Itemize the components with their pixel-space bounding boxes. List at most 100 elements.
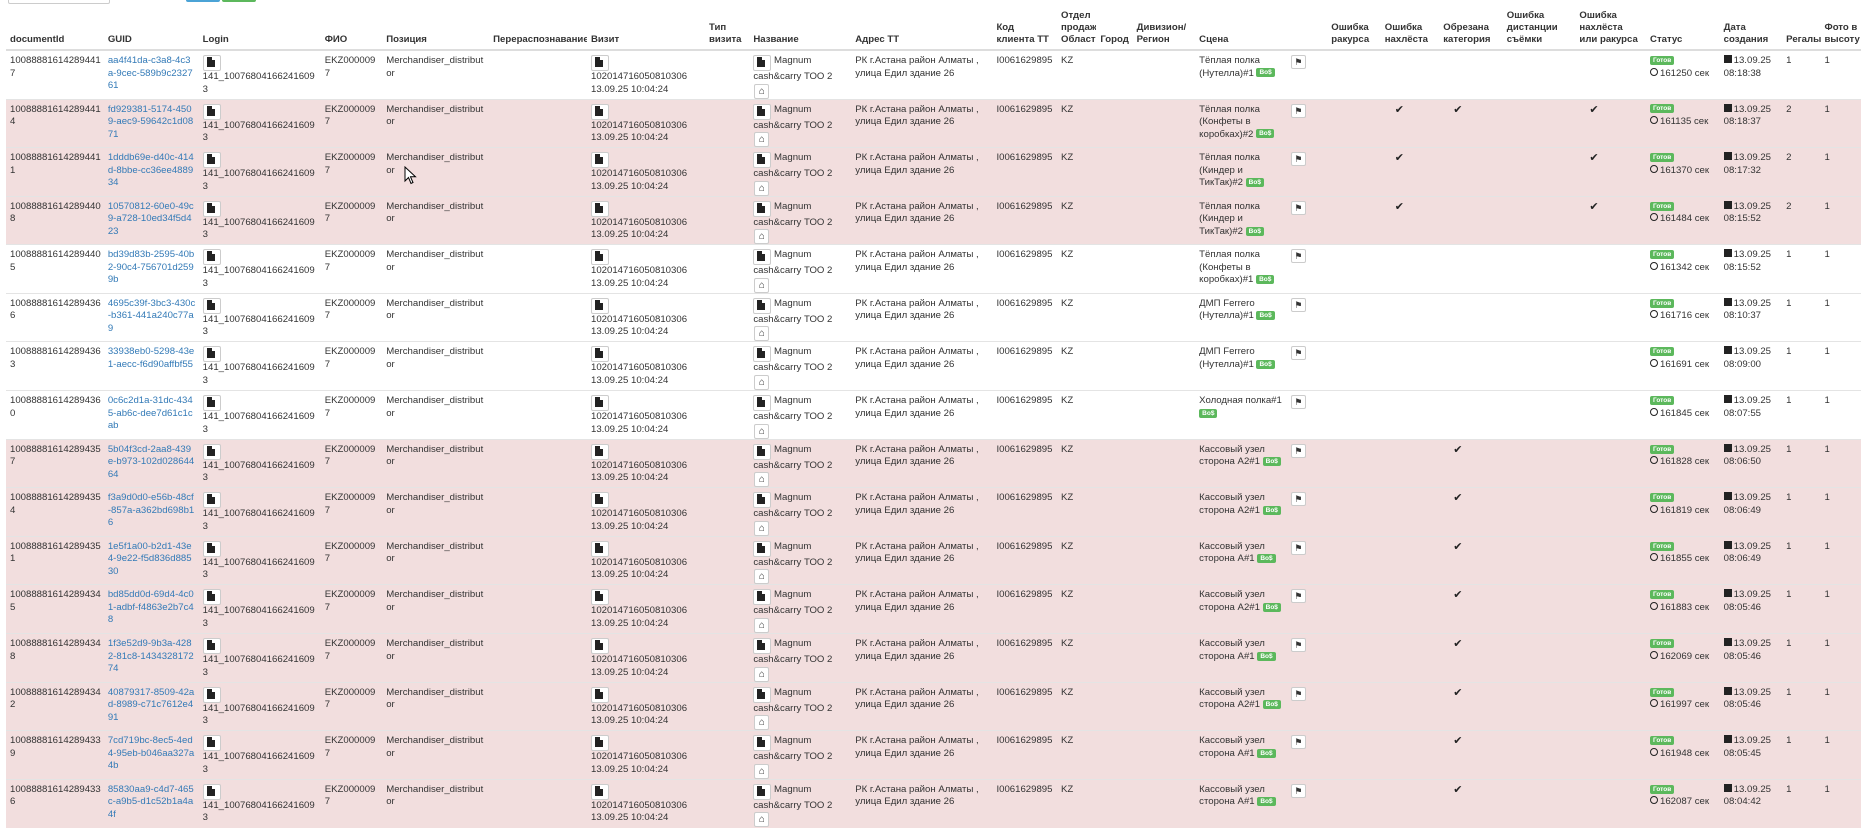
column-header-angle_error[interactable]: Ошибка ракурса xyxy=(1327,8,1380,50)
guid-link[interactable]: 33938eb0-5298-43e1-aecc-f6d90affbf55 xyxy=(108,346,194,370)
name-doc-button[interactable] xyxy=(753,638,771,654)
flag-icon[interactable]: ⚑ xyxy=(1291,638,1306,652)
visit-doc-button[interactable] xyxy=(591,638,609,654)
name-doc-button[interactable] xyxy=(753,687,771,703)
name-doc-button[interactable] xyxy=(753,735,771,751)
home-icon[interactable]: ⌂ xyxy=(754,618,769,633)
column-header-overlap_error[interactable]: Ошибка нахлёста xyxy=(1381,8,1440,50)
home-icon[interactable]: ⌂ xyxy=(754,569,769,584)
flag-icon[interactable]: ⚑ xyxy=(1291,784,1306,798)
column-header-overlap_angle_error[interactable]: Ошибка нахлёста или ракурса xyxy=(1575,8,1646,50)
column-header-visit_type[interactable]: Тип визита xyxy=(705,8,749,50)
home-icon[interactable]: ⌂ xyxy=(754,84,769,99)
name-doc-button[interactable] xyxy=(753,152,771,168)
guid-link[interactable]: 7cd719bc-8ec5-4ed4-95eb-b046aa327a4b xyxy=(108,735,194,771)
column-header-visit[interactable]: Визит xyxy=(587,8,705,50)
visit-doc-button[interactable] xyxy=(591,249,609,265)
visit-doc-button[interactable] xyxy=(591,541,609,557)
column-header-sales_dept[interactable]: Отдел продаж/ Область xyxy=(1057,8,1096,50)
login-doc-button[interactable] xyxy=(203,444,221,460)
guid-link[interactable]: 1dddb69e-d40c-414d-8bbe-cc36ee488934 xyxy=(108,152,194,188)
visit-doc-button[interactable] xyxy=(591,55,609,71)
flag-icon[interactable]: ⚑ xyxy=(1291,395,1306,409)
column-header-scene[interactable]: Сцена xyxy=(1195,8,1287,50)
login-doc-button[interactable] xyxy=(203,249,221,265)
home-icon[interactable]: ⌂ xyxy=(754,375,769,390)
home-icon[interactable]: ⌂ xyxy=(754,472,769,487)
column-header-flag[interactable] xyxy=(1287,8,1327,50)
home-icon[interactable]: ⌂ xyxy=(754,667,769,682)
login-doc-button[interactable] xyxy=(203,298,221,314)
flag-icon[interactable]: ⚑ xyxy=(1291,589,1306,603)
home-icon[interactable]: ⌂ xyxy=(754,229,769,244)
visit-doc-button[interactable] xyxy=(591,152,609,168)
flag-icon[interactable]: ⚑ xyxy=(1291,541,1306,555)
column-header-login[interactable]: Login xyxy=(199,8,321,50)
name-doc-button[interactable] xyxy=(753,201,771,217)
column-header-cropped_category[interactable]: Обрезана категория xyxy=(1439,8,1503,50)
column-header-city[interactable]: Город xyxy=(1096,8,1132,50)
name-doc-button[interactable] xyxy=(753,298,771,314)
flag-icon[interactable]: ⚑ xyxy=(1291,444,1306,458)
home-icon[interactable]: ⌂ xyxy=(754,424,769,439)
visit-doc-button[interactable] xyxy=(591,346,609,362)
column-header-address[interactable]: Адрес ТТ xyxy=(851,8,992,50)
guid-link[interactable]: 10570812-60e0-49c9-a728-10ed34f5d423 xyxy=(108,201,194,237)
visit-doc-button[interactable] xyxy=(591,589,609,605)
login-doc-button[interactable] xyxy=(203,638,221,654)
name-doc-button[interactable] xyxy=(753,395,771,411)
guid-link[interactable]: 0c6c2d1a-31dc-4345-ab6c-dee7d61c1cab xyxy=(108,395,193,431)
login-doc-button[interactable] xyxy=(203,589,221,605)
login-doc-button[interactable] xyxy=(203,784,221,800)
guid-link[interactable]: 1e5f1a00-b2d1-43e4-9e22-f5d836d88530 xyxy=(108,541,192,577)
home-icon[interactable]: ⌂ xyxy=(754,764,769,779)
login-doc-button[interactable] xyxy=(203,346,221,362)
flag-icon[interactable]: ⚑ xyxy=(1291,735,1306,749)
name-doc-button[interactable] xyxy=(753,104,771,120)
column-header-photo_height[interactable]: Фото в высоту xyxy=(1821,8,1861,50)
name-doc-button[interactable] xyxy=(753,784,771,800)
column-header-status[interactable]: Статус xyxy=(1646,8,1720,50)
flag-icon[interactable]: ⚑ xyxy=(1291,152,1306,166)
login-doc-button[interactable] xyxy=(203,104,221,120)
home-icon[interactable]: ⌂ xyxy=(754,812,769,827)
column-header-documentId[interactable]: documentId xyxy=(6,8,104,50)
name-doc-button[interactable] xyxy=(753,589,771,605)
visit-doc-button[interactable] xyxy=(591,201,609,217)
column-header-created[interactable]: Дата создания xyxy=(1720,8,1783,50)
guid-link[interactable]: f3a9d0d0-e56b-48cf-857a-a362bd698b16 xyxy=(108,492,194,528)
guid-link[interactable]: bd39d83b-2595-40b2-90c4-756701d2599b xyxy=(108,249,194,285)
flag-icon[interactable]: ⚑ xyxy=(1291,55,1306,69)
primary-button[interactable] xyxy=(186,0,220,2)
guid-link[interactable]: bd85dd0d-69d4-4c01-adbf-f4863e2b7c48 xyxy=(108,589,194,625)
home-icon[interactable]: ⌂ xyxy=(754,278,769,293)
column-header-division[interactable]: Дивизион/ Регион xyxy=(1133,8,1196,50)
visit-doc-button[interactable] xyxy=(591,298,609,314)
column-header-name[interactable]: Название xyxy=(749,8,851,50)
login-doc-button[interactable] xyxy=(203,541,221,557)
flag-icon[interactable]: ⚑ xyxy=(1291,346,1306,360)
flag-icon[interactable]: ⚑ xyxy=(1291,104,1306,118)
column-header-distance_error[interactable]: Ошибка дистанции съёмки xyxy=(1503,8,1576,50)
login-doc-button[interactable] xyxy=(203,201,221,217)
visit-doc-button[interactable] xyxy=(591,492,609,508)
column-header-position[interactable]: Позиция xyxy=(382,8,489,50)
filter-input[interactable] xyxy=(8,0,110,4)
guid-link[interactable]: aa4f41da-c3a8-4c3a-9cec-589b9c232761 xyxy=(108,55,193,91)
visit-doc-button[interactable] xyxy=(591,687,609,703)
guid-link[interactable]: 4695c39f-3bc3-430c-b361-441a240c77a9 xyxy=(108,298,195,334)
login-doc-button[interactable] xyxy=(203,395,221,411)
login-doc-button[interactable] xyxy=(203,492,221,508)
name-doc-button[interactable] xyxy=(753,541,771,557)
column-header-client_code[interactable]: Код клиента ТТ xyxy=(992,8,1057,50)
name-doc-button[interactable] xyxy=(753,55,771,71)
home-icon[interactable]: ⌂ xyxy=(754,715,769,730)
visit-doc-button[interactable] xyxy=(591,444,609,460)
flag-icon[interactable]: ⚑ xyxy=(1291,298,1306,312)
flag-icon[interactable]: ⚑ xyxy=(1291,492,1306,506)
home-icon[interactable]: ⌂ xyxy=(754,521,769,536)
home-icon[interactable]: ⌂ xyxy=(754,132,769,147)
column-header-redistribution[interactable]: Перераспознавание xyxy=(489,8,587,50)
name-doc-button[interactable] xyxy=(753,346,771,362)
success-button[interactable] xyxy=(222,0,256,2)
